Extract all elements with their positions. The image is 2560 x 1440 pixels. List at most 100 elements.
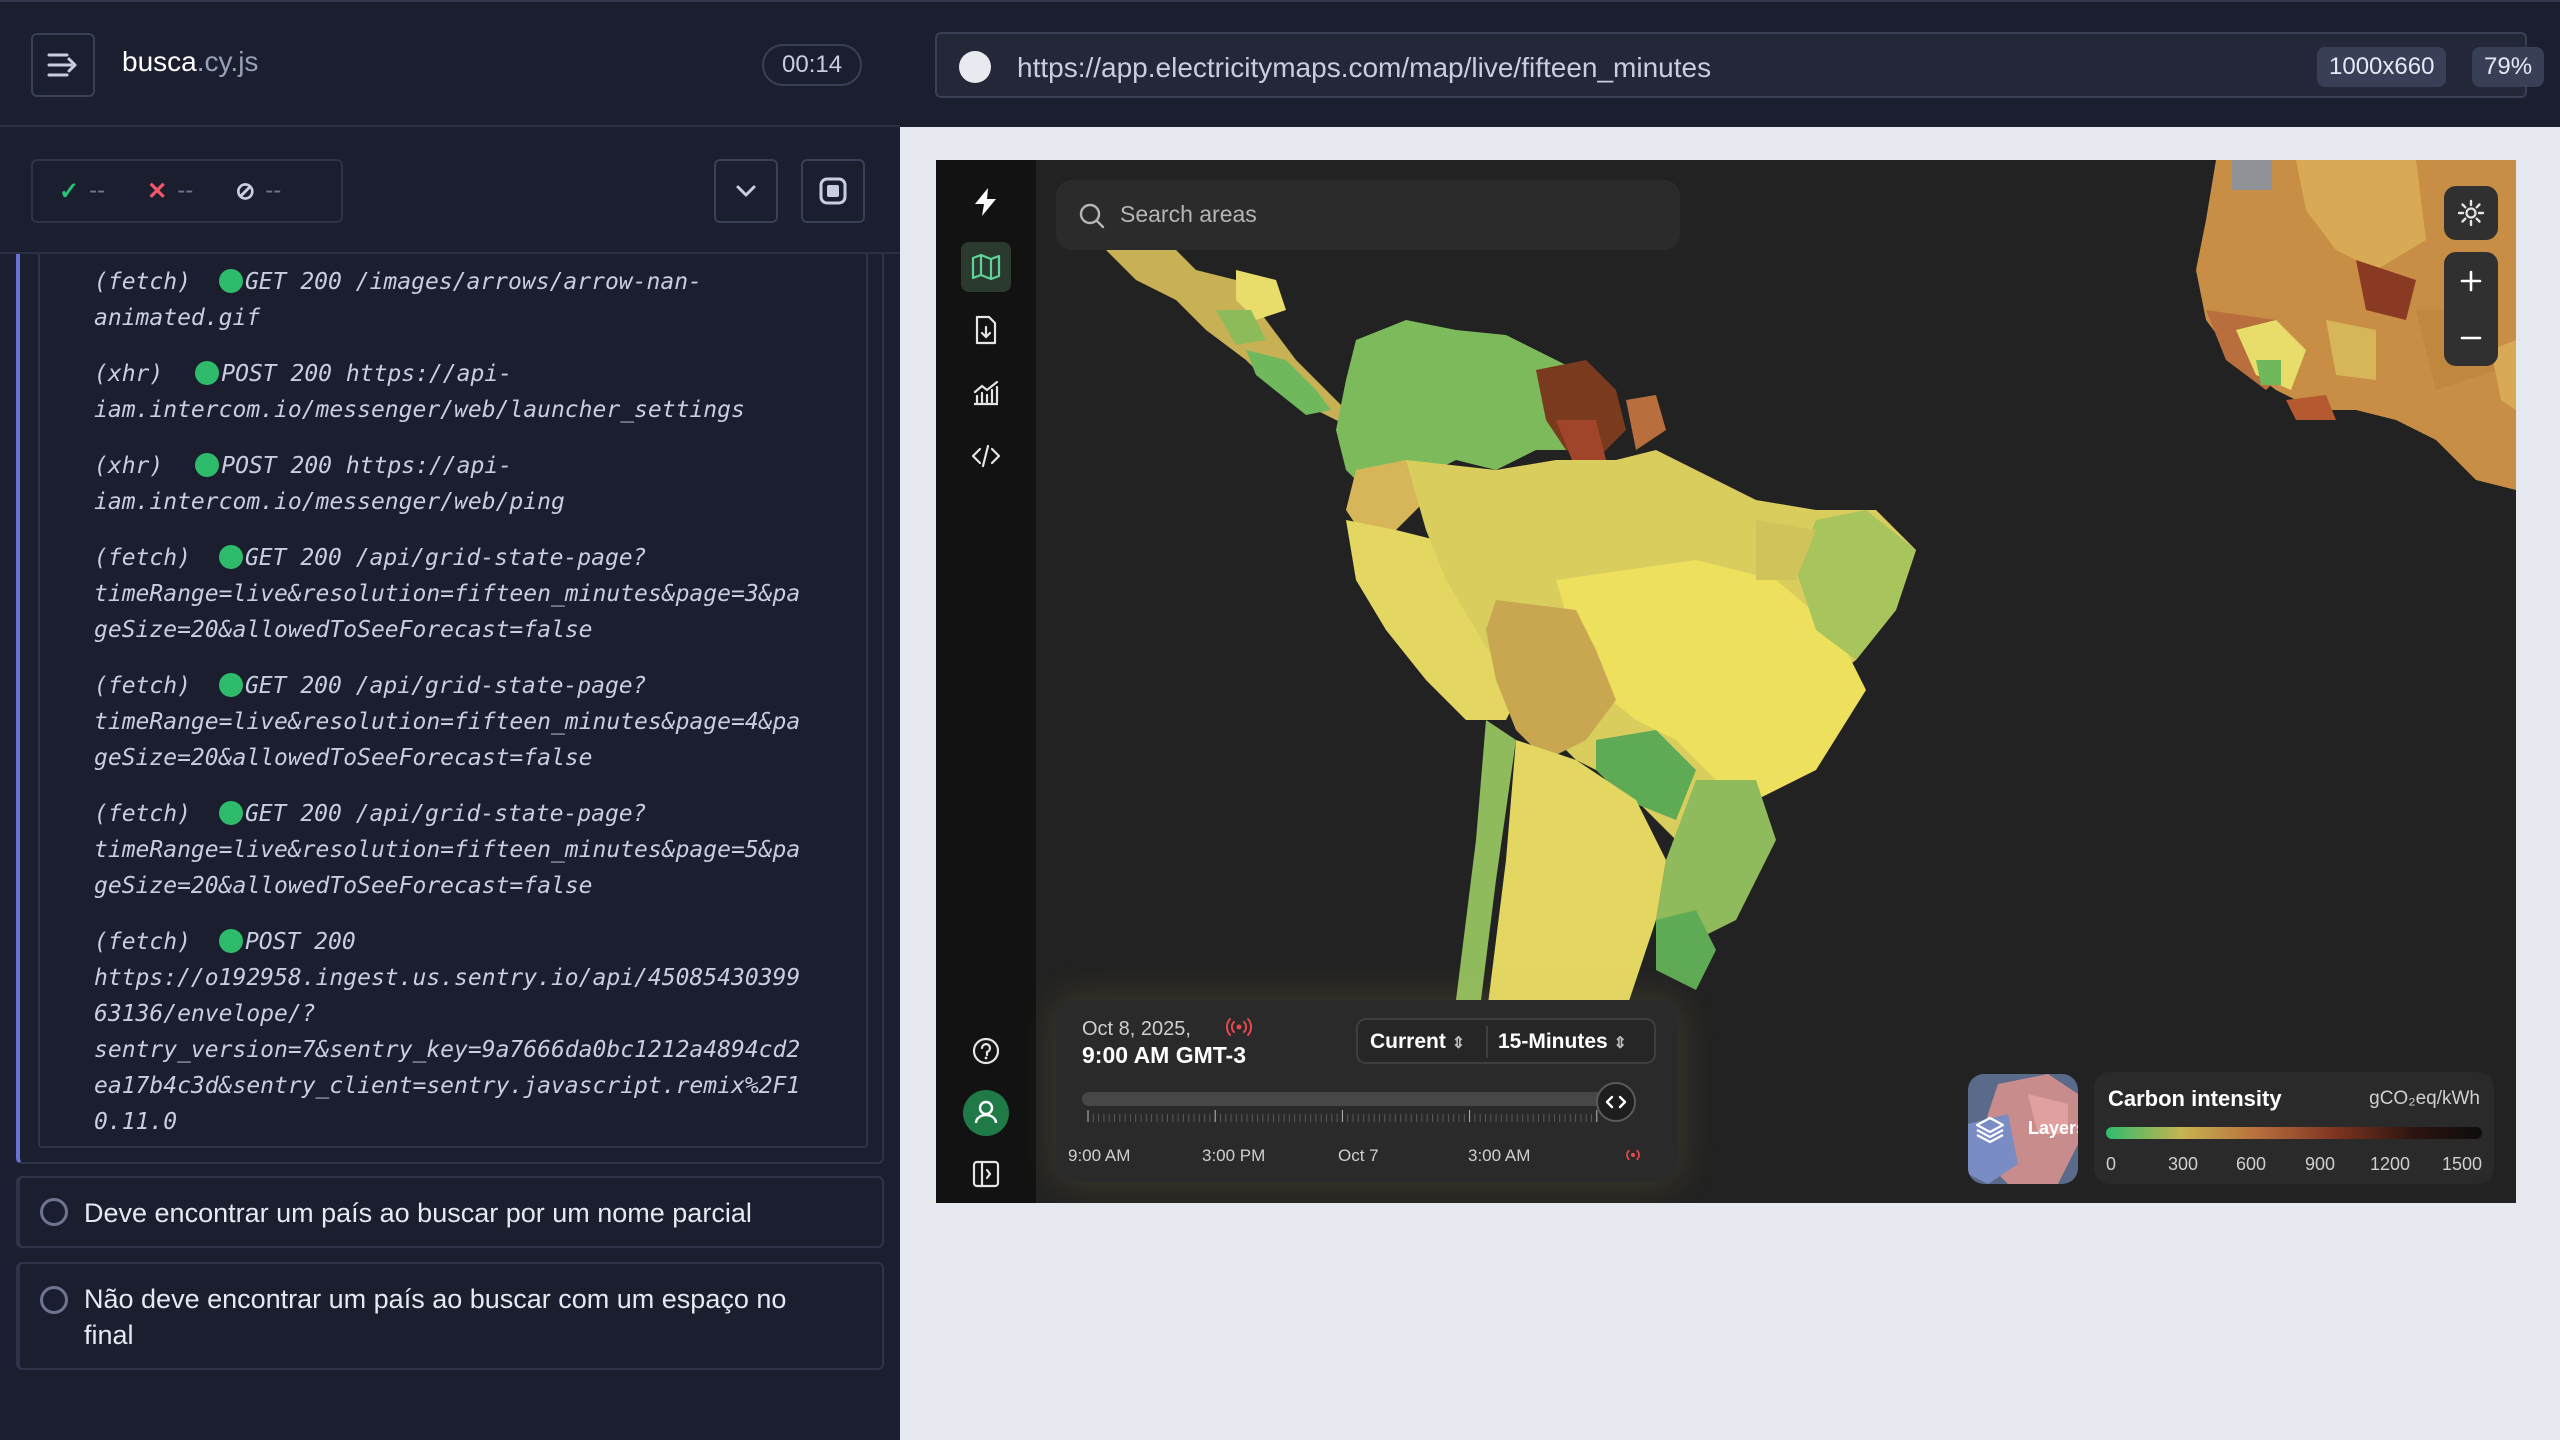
log-entry[interactable]: (fetch) POST 200 https://o192958.ingest.us… <box>94 924 854 1140</box>
map-icon[interactable] <box>961 242 1011 292</box>
run-timer: 00:14 <box>762 44 863 86</box>
logo-icon[interactable] <box>961 177 1011 227</box>
request-detail-line: sentry_version=7&sentry_key=9a7666da0bc1… <box>94 1037 801 1063</box>
aut-header: https://app.electricitymaps.com/map/live… <box>900 0 2560 127</box>
request-type: (fetch) <box>94 801 191 827</box>
app-preview: Search areas Oct 8, 2025, 9:00 AM GMT-3 … <box>936 160 2516 1203</box>
code-icon[interactable] <box>961 431 1011 481</box>
request-detail-line: geSize=20&allowedToSeeForecast=false <box>94 873 593 899</box>
stop-button[interactable] <box>801 159 865 223</box>
live-broadcast-icon <box>1626 1149 1640 1161</box>
log-entry[interactable]: (fetch) GET 200 /api/grid-state-page? time… <box>94 668 854 776</box>
panel-toggle-icon[interactable] <box>961 1149 1011 1199</box>
region-canary[interactable] <box>2232 160 2272 190</box>
request-detail-line: iam.intercom.io/messenger/web/launcher_s… <box>94 397 745 423</box>
menu-icon <box>47 53 77 77</box>
chart-icon[interactable] <box>961 368 1011 418</box>
passed-stat: ✓ -- <box>59 177 105 206</box>
request-line: POST 200 <box>244 929 356 955</box>
request-type: (xhr) <box>94 361 164 387</box>
settings-button[interactable] <box>2444 186 2498 240</box>
updown-icon: ⇕ <box>1451 1035 1466 1052</box>
status-dot-icon <box>218 545 243 569</box>
resolution-value: 15-Minutes <box>1498 1030 1608 1053</box>
url-bar[interactable]: https://app.electricitymaps.com/map/live… <box>935 32 2545 98</box>
current-time: 9:00 AM GMT-3 <box>1082 1042 1247 1068</box>
log-entry[interactable]: (fetch) GET 200 /images/arrows/arrow-nan-… <box>94 264 854 336</box>
legend-tick: 1200 <box>2370 1154 2411 1174</box>
status-dot-icon <box>218 673 243 697</box>
pending-circle-icon <box>40 1286 68 1314</box>
layers-icon <box>1975 1116 2005 1144</box>
minus-icon <box>2460 336 2482 339</box>
zoom-in-button[interactable] <box>2444 252 2498 309</box>
live-broadcast-icon <box>1226 1018 1252 1036</box>
log-entry[interactable]: (xhr) POST 200 https://api-iam.intercom.i… <box>94 448 854 520</box>
mode-select[interactable]: Current ⇕ <box>1370 1030 1465 1054</box>
mode-value: Current <box>1370 1030 1446 1053</box>
search-areas-input[interactable]: Search areas <box>1056 180 1680 250</box>
pending-icon: ⊘ <box>235 177 256 205</box>
account-avatar-icon[interactable] <box>961 1088 1011 1138</box>
pending-circle-icon <box>40 1198 68 1226</box>
legend-title: Carbon intensity <box>2108 1086 2282 1111</box>
legend-unit: gCO₂eq/kWh <box>2369 1088 2480 1109</box>
time-axis-label: 3:00 PM <box>1202 1146 1266 1165</box>
stop-icon <box>819 177 847 205</box>
time-slider-track[interactable] <box>1082 1092 1612 1106</box>
time-controller: Oct 8, 2025, 9:00 AM GMT-3 Current ⇕ 15-… <box>1056 1000 1678 1182</box>
zoom-controls <box>2444 252 2498 366</box>
time-axis-label: 3:00 AM <box>1468 1146 1531 1165</box>
spec-extension: .cy.js <box>196 46 259 77</box>
test-item[interactable]: Deve encontrar um país ao buscar por um … <box>16 1176 884 1248</box>
legend-tick: 600 <box>2236 1154 2267 1174</box>
log-entry[interactable]: (fetch) GET 200 /api/grid-state-page? time… <box>94 796 854 904</box>
request-detail-line: animated.gif <box>94 305 261 331</box>
url-text: https://app.electricitymaps.com/map/live… <box>1017 52 1712 83</box>
chevron-down-icon <box>736 185 756 197</box>
test-title: Deve encontrar um país ao buscar por um … <box>84 1198 752 1228</box>
layers-label: Layers <box>2028 1118 2078 1138</box>
request-type: (fetch) <box>94 545 191 571</box>
site-icon <box>959 51 991 83</box>
status-dot-icon <box>195 361 220 385</box>
request-detail-line: timeRange=live&resolution=fifteen_minute… <box>94 837 801 863</box>
carbon-intensity-legend: Carbon intensity gCO₂eq/kWh 0 300 600 90… <box>2094 1072 2494 1184</box>
request-type: (xhr) <box>94 453 164 479</box>
resolution-select[interactable]: 15-Minutes ⇕ <box>1498 1030 1627 1054</box>
test-runner-panel: busca.cy.js 00:14 ✓ -- ✕ -- ⊘ -- (fetch) GET… <box>0 0 900 1440</box>
passed-count: -- <box>89 177 106 204</box>
request-line: GET 200 /images/arrows/arrow-nan- <box>244 269 702 295</box>
layers-button[interactable]: Layers <box>1968 1074 2078 1184</box>
app-sidebar <box>936 160 1036 1203</box>
request-line: POST 200 https://api- <box>221 453 513 479</box>
failed-count: -- <box>177 177 194 204</box>
toggle-divider <box>1486 1026 1488 1058</box>
zoom-level-badge: 79% <box>2472 47 2545 87</box>
help-icon[interactable] <box>961 1026 1011 1076</box>
log-entry[interactable]: (fetch) GET 200 /api/grid-state-page? time… <box>94 540 854 648</box>
request-detail-line: geSize=20&allowedToSeeForecast=false <box>94 745 593 771</box>
collapse-button[interactable] <box>714 159 778 223</box>
runner-header: busca.cy.js 00:14 <box>0 0 900 127</box>
request-detail-line: 63136/envelope/? <box>94 1001 316 1027</box>
test-item[interactable]: Não deve encontrar um país ao buscar com… <box>16 1262 884 1370</box>
time-axis-label: Oct 7 <box>1338 1146 1379 1165</box>
pending-count: -- <box>265 177 282 204</box>
legend-tick: 0 <box>2106 1154 2117 1174</box>
time-slider-thumb[interactable] <box>1596 1082 1636 1122</box>
request-type: (fetch) <box>94 269 191 295</box>
request-detail-line: geSize=20&allowedToSeeForecast=false <box>94 617 593 643</box>
log-entry[interactable]: (xhr) POST 200 https://api-iam.intercom.i… <box>94 356 854 428</box>
request-line: GET 200 /api/grid-state-page? <box>244 801 647 827</box>
request-detail-line: iam.intercom.io/messenger/web/ping <box>94 489 565 515</box>
download-file-icon[interactable] <box>961 305 1011 355</box>
request-line: GET 200 /api/grid-state-page? <box>244 545 647 571</box>
specs-menu-button[interactable] <box>31 33 95 97</box>
zoom-out-button[interactable] <box>2444 309 2498 366</box>
legend-gradient-bar <box>2106 1127 2482 1139</box>
spec-name: busca <box>122 46 197 77</box>
gear-icon <box>2457 199 2485 227</box>
legend-tick: 300 <box>2168 1154 2199 1174</box>
viewport-size-badge: 1000x660 <box>2317 47 2447 87</box>
